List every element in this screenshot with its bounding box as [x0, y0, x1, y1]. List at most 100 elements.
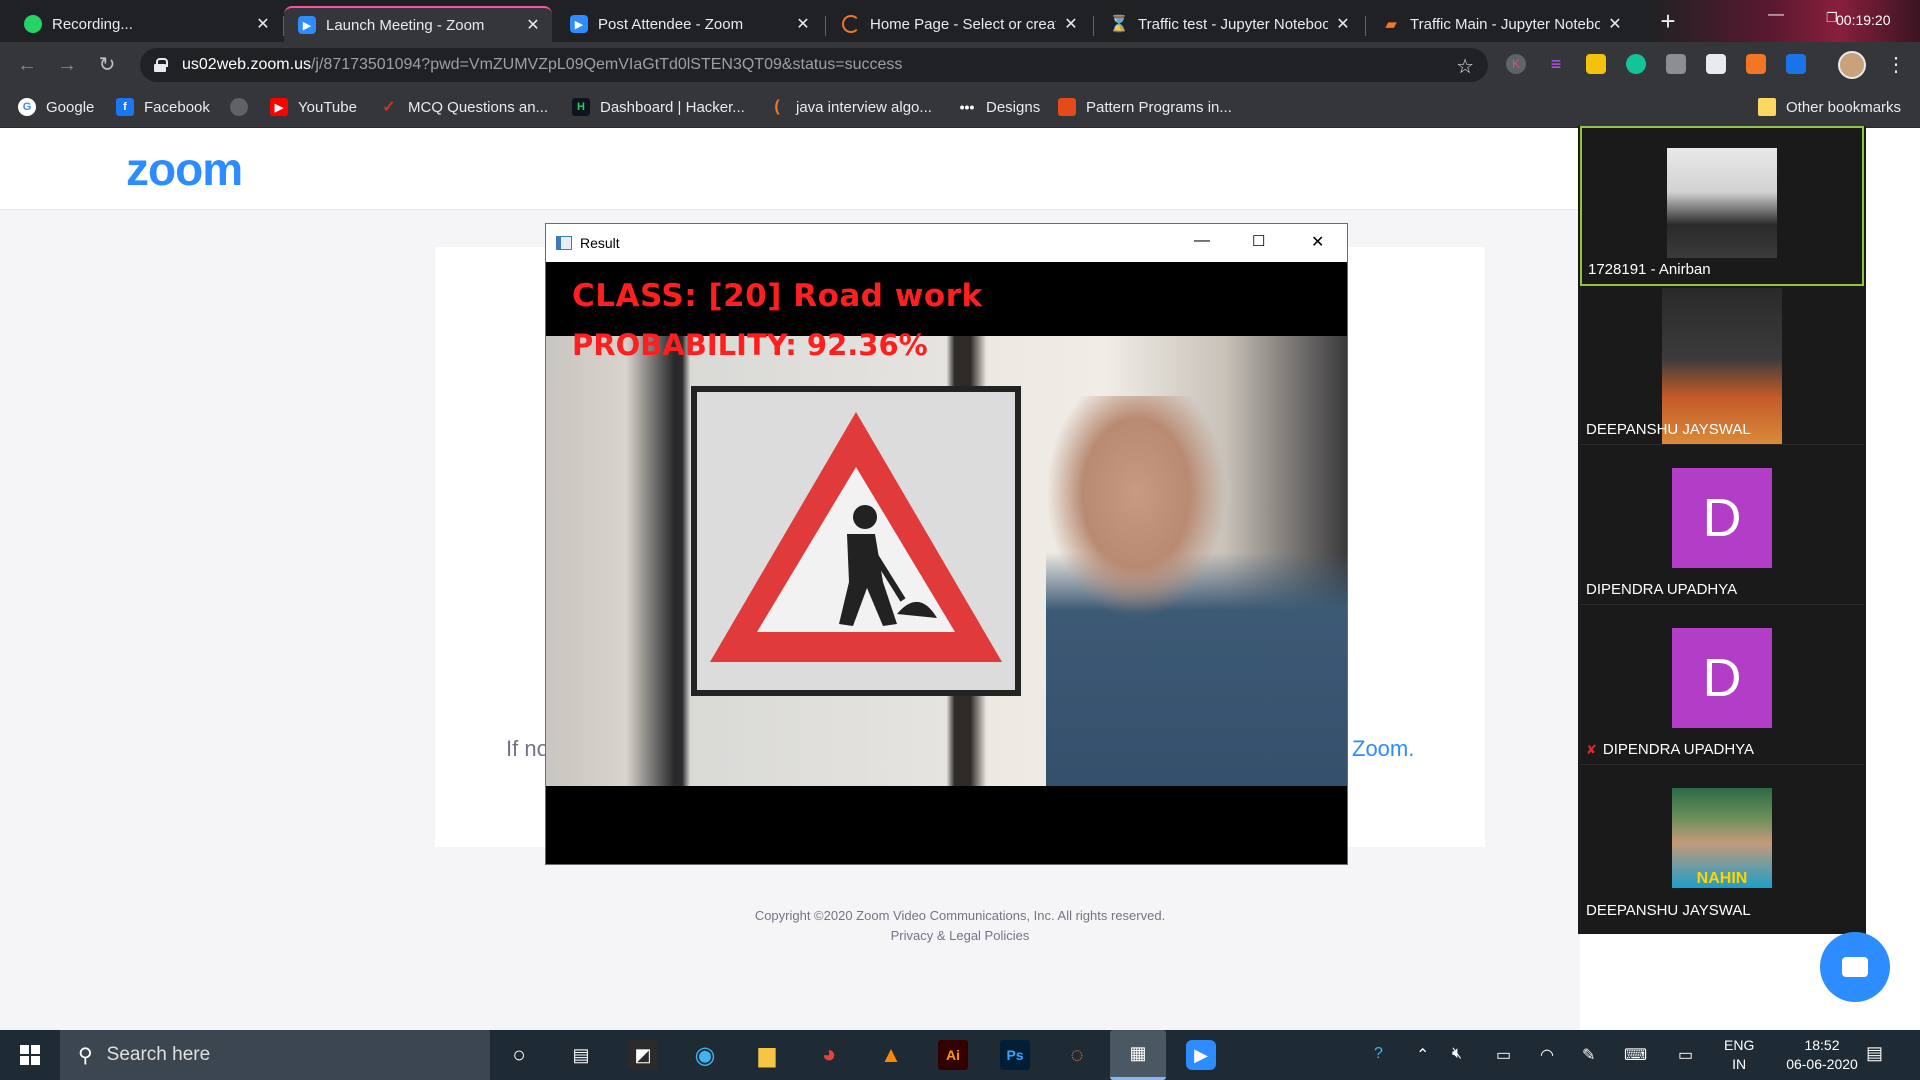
close-icon[interactable]: ✕	[1311, 232, 1324, 252]
participant-name-text: DEEPANSHU JAYSWAL	[1586, 902, 1751, 919]
file-explorer-icon[interactable]: ▆	[752, 1040, 782, 1070]
zoom-icon: ▶	[570, 15, 588, 33]
clock[interactable]: 18:52 06-06-2020	[1782, 1036, 1862, 1074]
phone-with-sign	[691, 386, 1021, 696]
participant-name: ✘ DIPENDRA UPADHYA	[1586, 741, 1754, 758]
chevron-up-icon[interactable]: ⌃	[1416, 1045, 1429, 1065]
participant-name: DEEPANSHU JAYSWAL	[1586, 902, 1751, 919]
extension-yellow-icon[interactable]	[1586, 54, 1606, 74]
profile-avatar[interactable]	[1838, 51, 1866, 79]
participant-tile[interactable]: 1728191 - Anirban	[1580, 126, 1864, 286]
wifi-icon[interactable]: ◠	[1540, 1045, 1554, 1065]
app-icon[interactable]: ◩	[628, 1040, 658, 1070]
result-titlebar[interactable]: Result — ☐ ✕	[546, 224, 1347, 262]
bookmark-pattern[interactable]: Pattern Programs in...	[1058, 98, 1232, 116]
grammarly-icon[interactable]	[1626, 54, 1646, 74]
language-indicator[interactable]: ENG IN	[1724, 1036, 1754, 1074]
cortana-icon[interactable]: ○	[504, 1040, 534, 1070]
close-icon[interactable]: ✕	[1062, 14, 1080, 34]
url-text[interactable]: us02web.zoom.us/j/87173501094?pwd=VmZUMV…	[182, 56, 902, 74]
close-icon[interactable]: ✕	[524, 15, 542, 35]
photoshop-icon[interactable]: Ps	[1000, 1040, 1030, 1070]
jupyter-icon[interactable]: ◌	[1062, 1040, 1092, 1070]
maximize-icon[interactable]: ☐	[1252, 232, 1265, 250]
close-icon[interactable]: ✕	[254, 14, 272, 34]
address-bar[interactable]: us02web.zoom.us/j/87173501094?pwd=VmZUMV…	[140, 48, 1488, 82]
tab-post-attendee[interactable]: ▶ Post Attendee - Zoom ✕	[556, 6, 822, 42]
extension-blue-icon[interactable]	[1786, 54, 1806, 74]
bookmark-mcq[interactable]: ✓ MCQ Questions an...	[380, 98, 548, 117]
pen-icon[interactable]: ✎	[1582, 1045, 1595, 1065]
participants-panel: 1728191 - Anirban DEEPANSHU JAYSWAL D DI…	[1578, 126, 1866, 934]
keyboard-icon[interactable]: ⌨	[1624, 1045, 1647, 1065]
forward-icon[interactable]: →	[54, 52, 80, 78]
youtube-icon: ▶	[270, 98, 288, 116]
volume-muted-icon[interactable]: 🔇︎	[1452, 1045, 1462, 1063]
tab-traffic-test[interactable]: ⌛ Traffic test - Jupyter Notebook ✕	[1096, 6, 1362, 42]
edge-icon[interactable]: ◉	[690, 1040, 720, 1070]
bookmark-facebook[interactable]: f Facebook	[116, 98, 210, 116]
task-view-icon[interactable]: ▤	[566, 1040, 596, 1070]
extension-k-icon[interactable]: K	[1506, 54, 1526, 74]
tab-whatsapp[interactable]: Recording... ✕	[10, 6, 282, 42]
participant-tile[interactable]: D DIPENDRA UPADHYA	[1580, 448, 1864, 605]
start-button[interactable]	[0, 1030, 60, 1080]
chrome-icon[interactable]: ◕	[814, 1040, 844, 1070]
tab-traffic-main[interactable]: ▰ Traffic Main - Jupyter Notebook ✕	[1368, 6, 1634, 42]
participant-tile[interactable]: D ✘ DIPENDRA UPADHYA	[1580, 608, 1864, 765]
url-path: /j/87173501094?pwd=VmZUMVZpL09QemVIaGtTd…	[310, 56, 903, 73]
taskbar: ⚲ Search here ○ ▤ ◩ ◉ ▆ ◕ ▲ Ai Ps ◌ ▦ ▶ …	[0, 1030, 1920, 1080]
bookmark-star-icon[interactable]: ☆	[1456, 54, 1474, 79]
python-window-icon[interactable]: ▦	[1110, 1030, 1166, 1080]
extension-fox-icon[interactable]	[1746, 54, 1766, 74]
help-icon[interactable]: ?	[1374, 1045, 1383, 1063]
bookmark-globe[interactable]	[230, 98, 258, 116]
participant-tile[interactable]: NAHIN DEEPANSHU JAYSWAL	[1580, 768, 1864, 925]
participant-tile[interactable]: DEEPANSHU JAYSWAL	[1580, 288, 1864, 445]
browser-tab-strip: Recording... ✕ ▶ Launch Meeting - Zoom ✕…	[0, 0, 1920, 42]
camera-feed	[546, 336, 1347, 786]
vlc-icon[interactable]: ▲	[876, 1040, 906, 1070]
reload-icon[interactable]: ↻	[94, 52, 120, 78]
extension-gray-icon[interactable]	[1666, 54, 1686, 74]
video-caption: NAHIN	[1696, 870, 1748, 887]
bookmark-label: Facebook	[144, 98, 210, 116]
taskbar-search[interactable]: ⚲ Search here	[60, 1030, 490, 1080]
zoom-logo[interactable]: zoom	[126, 142, 243, 196]
tab-title: Traffic Main - Jupyter Notebook	[1410, 15, 1600, 33]
search-icon: ⚲	[78, 1044, 93, 1067]
close-icon[interactable]: ✕	[1606, 14, 1624, 34]
close-icon[interactable]: ✕	[1334, 14, 1352, 34]
tab-title: Launch Meeting - Zoom	[326, 16, 485, 34]
battery-icon[interactable]: ▭	[1496, 1045, 1511, 1065]
tablet-mode-icon[interactable]: ▭	[1678, 1045, 1693, 1065]
recording-timer: 00:19:20	[1836, 12, 1891, 28]
bookmark-java[interactable]: ( java interview algo...	[768, 98, 932, 116]
bookmark-google[interactable]: G Google	[18, 98, 94, 116]
minimize-icon[interactable]: —	[1194, 232, 1210, 250]
illustrator-icon[interactable]: Ai	[938, 1040, 968, 1070]
tab-home-page[interactable]: Home Page - Select or create ✕	[828, 6, 1090, 42]
hackerrank-icon: H	[572, 98, 590, 116]
bookmark-hackerrank[interactable]: H Dashboard | Hacker...	[572, 98, 745, 116]
chat-button[interactable]	[1820, 932, 1890, 1002]
participant-name-text: DIPENDRA UPADHYA	[1602, 741, 1755, 758]
zoom-icon[interactable]: ▶	[1186, 1040, 1216, 1070]
close-icon[interactable]: ✕	[794, 14, 812, 34]
download-zoom-link[interactable]: Zoom.	[1352, 736, 1414, 762]
back-icon[interactable]: ←	[14, 52, 40, 78]
lock-icon[interactable]	[154, 58, 168, 72]
tab-launch-meeting[interactable]: ▶ Launch Meeting - Zoom ✕	[284, 6, 552, 42]
other-bookmarks[interactable]: Other bookmarks	[1758, 98, 1901, 116]
extension-lines-icon[interactable]: ≡	[1546, 54, 1566, 74]
bookmark-youtube[interactable]: ▶ YouTube	[270, 98, 357, 116]
result-window: Result — ☐ ✕ CLASS: [20] Road work PROBA…	[545, 223, 1348, 865]
zoom-header: zoom	[0, 128, 1580, 210]
new-tab-button[interactable]: +	[1655, 8, 1681, 35]
language-code: ENG	[1724, 1037, 1755, 1053]
bookmark-designs[interactable]: ••• Designs	[958, 98, 1041, 116]
minimize-icon[interactable]: —	[1768, 6, 1784, 24]
menu-icon[interactable]: ⋮	[1886, 52, 1906, 77]
extension-doc-icon[interactable]	[1706, 54, 1726, 74]
notification-icon[interactable]: ▤	[1866, 1043, 1883, 1064]
